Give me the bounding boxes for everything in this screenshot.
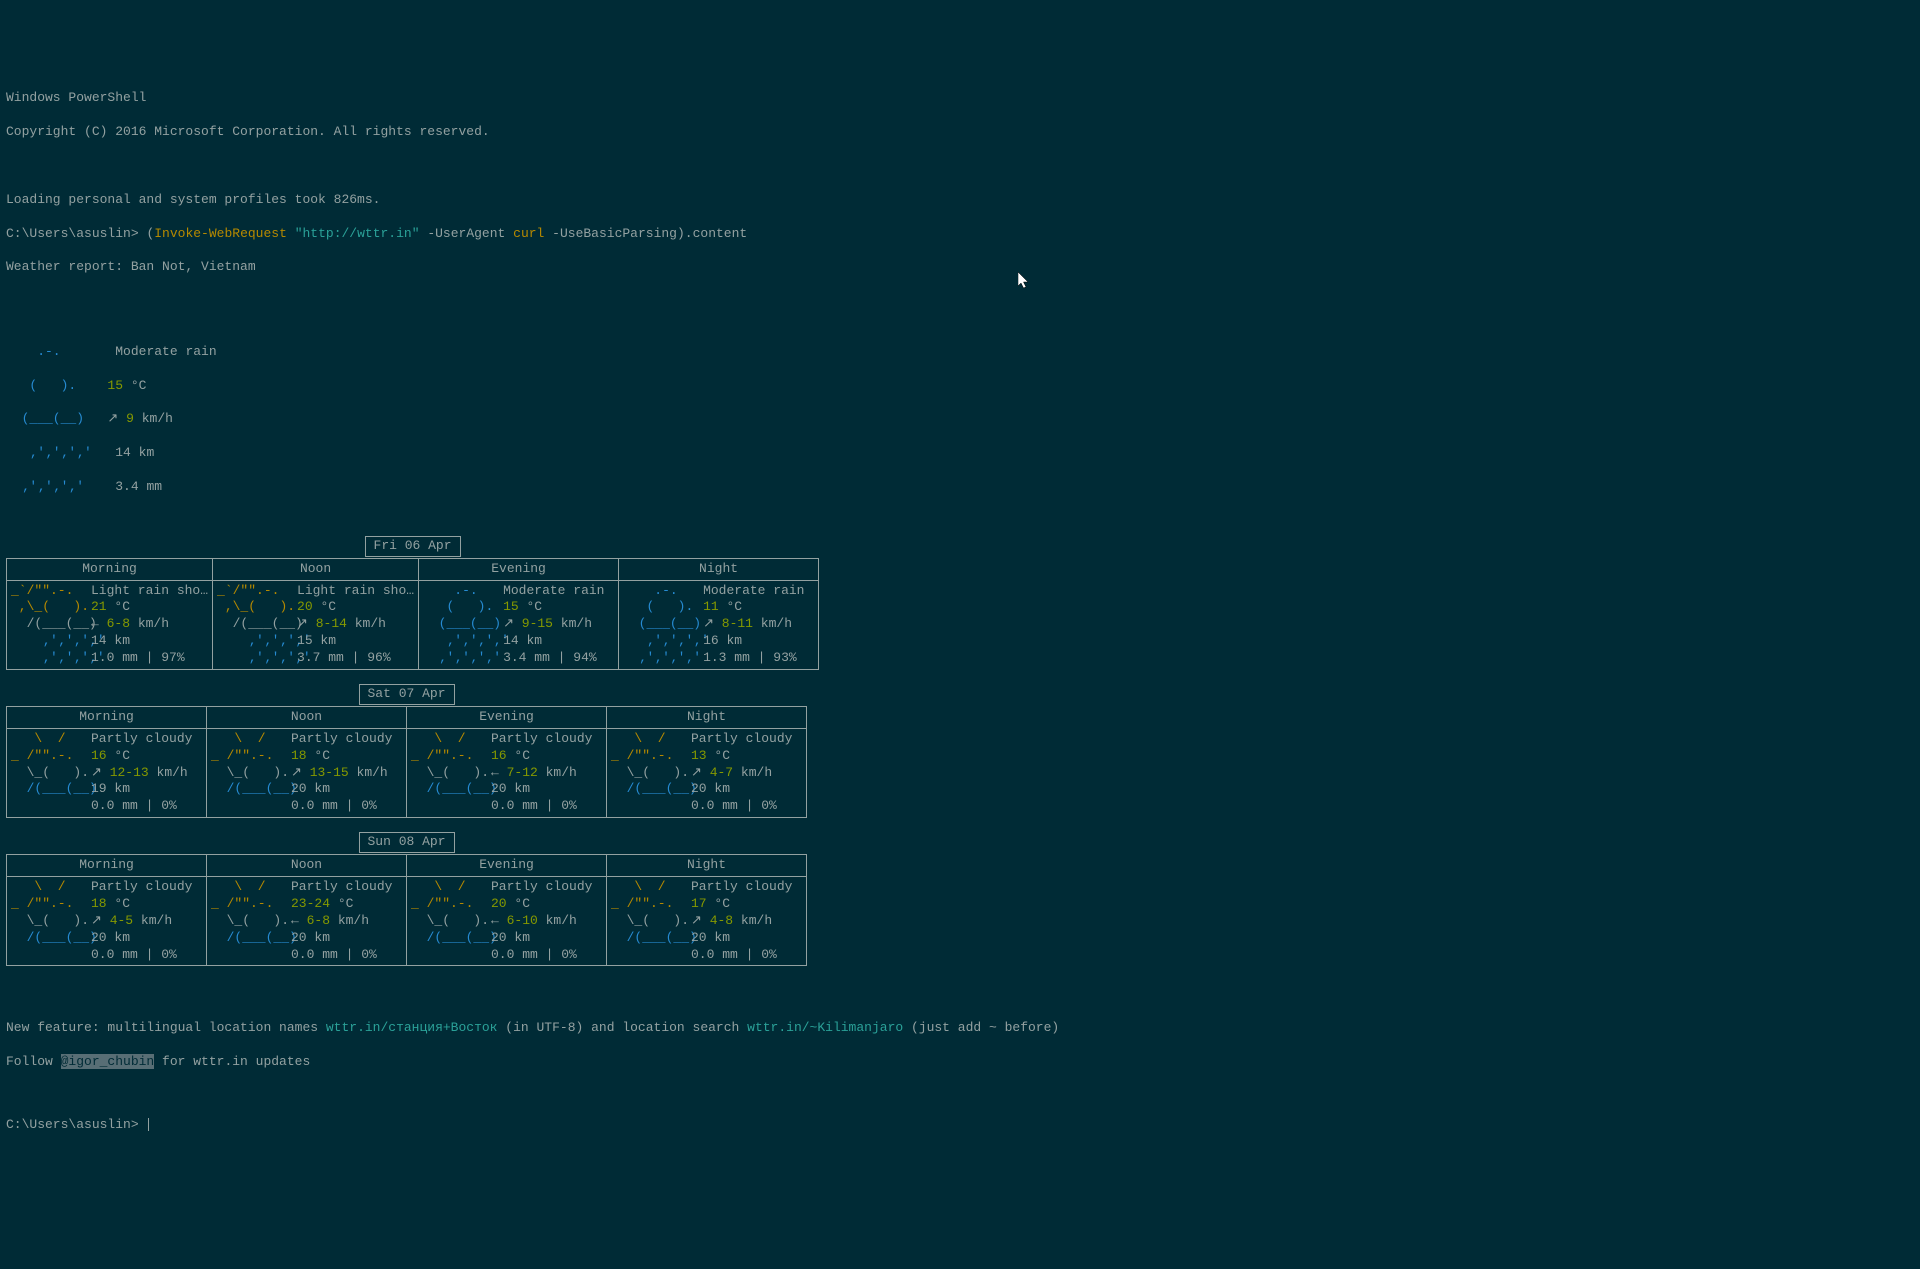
forecast-cell: \ / _ /"".-. \_( ). /(___(__) Partly clo… xyxy=(607,876,807,965)
terminal-output: Windows PowerShell Copyright (C) 2016 Mi… xyxy=(6,74,1914,1151)
forecast-table: MorningNoonEveningNight _`/"".-. ,\_( ). … xyxy=(6,558,819,670)
daypart-header: Morning xyxy=(7,558,213,580)
daypart-header: Noon xyxy=(207,706,407,728)
forecast-cell: .-. ( ). (___(__) ‚'‚'‚'‚' ‚'‚'‚'‚' Mode… xyxy=(619,580,819,669)
forecast-cell: \ / _ /"".-. \_( ). /(___(__) Partly clo… xyxy=(7,728,207,817)
date-label: Sun 08 Apr xyxy=(358,832,454,853)
twitter-handle[interactable]: @igor_chubin xyxy=(61,1054,155,1069)
daypart-header: Night xyxy=(607,706,807,728)
forecast-cell: \ / _ /"".-. \_( ). /(___(__) Partly clo… xyxy=(607,728,807,817)
forecast-cell: .-. ( ). (___(__) ‚'‚'‚'‚' ‚'‚'‚'‚' Mode… xyxy=(419,580,619,669)
link-vostok[interactable]: wttr.in/станция+Восток xyxy=(326,1020,498,1035)
forecast-cell: _`/"".-. ,\_( ). /(___(__) ‚'‚'‚'‚' ‚'‚'… xyxy=(213,580,419,669)
daypart-header: Evening xyxy=(407,855,607,877)
link-kilimanjaro[interactable]: wttr.in/~Kilimanjaro xyxy=(747,1020,903,1035)
ps-title: Windows PowerShell xyxy=(6,90,1914,107)
ps-loading: Loading personal and system profiles too… xyxy=(6,192,1914,209)
forecast-cell: \ / _ /"".-. \_( ). /(___(__) Partly clo… xyxy=(207,728,407,817)
daypart-header: Morning xyxy=(7,855,207,877)
daypart-header: Noon xyxy=(207,855,407,877)
weather-report-header: Weather report: Ban Not, Vietnam xyxy=(6,259,1914,276)
prompt[interactable]: C:\Users\asuslin> xyxy=(6,1117,1914,1134)
forecast-table: MorningNoonEveningNight \ / _ /"".-. \_(… xyxy=(6,706,807,818)
date-label: Sat 07 Apr xyxy=(358,684,454,705)
ps-copyright: Copyright (C) 2016 Microsoft Corporation… xyxy=(6,124,1914,141)
daypart-header: Morning xyxy=(7,706,207,728)
date-label: Fri 06 Apr xyxy=(365,536,461,557)
forecast-table: MorningNoonEveningNight \ / _ /"".-. \_(… xyxy=(6,854,807,966)
cursor-icon xyxy=(148,1118,149,1131)
daypart-header: Evening xyxy=(407,706,607,728)
forecast-cell: \ / _ /"".-. \_( ). /(___(__) Partly clo… xyxy=(7,876,207,965)
daypart-header: Noon xyxy=(213,558,419,580)
forecast-cell: \ / _ /"".-. \_( ). /(___(__) Partly clo… xyxy=(407,876,607,965)
command-line[interactable]: C:\Users\asuslin> (Invoke-WebRequest "ht… xyxy=(6,226,1914,243)
daypart-header: Evening xyxy=(419,558,619,580)
forecast-cell: \ / _ /"".-. \_( ). /(___(__) Partly clo… xyxy=(207,876,407,965)
daypart-header: Night xyxy=(607,855,807,877)
forecast-cell: _`/"".-. ,\_( ). /(___(__) ‚'‚'‚'‚' ‚'‚'… xyxy=(7,580,213,669)
forecast-cell: \ / _ /"".-. \_( ). /(___(__) Partly clo… xyxy=(407,728,607,817)
daypart-header: Night xyxy=(619,558,819,580)
